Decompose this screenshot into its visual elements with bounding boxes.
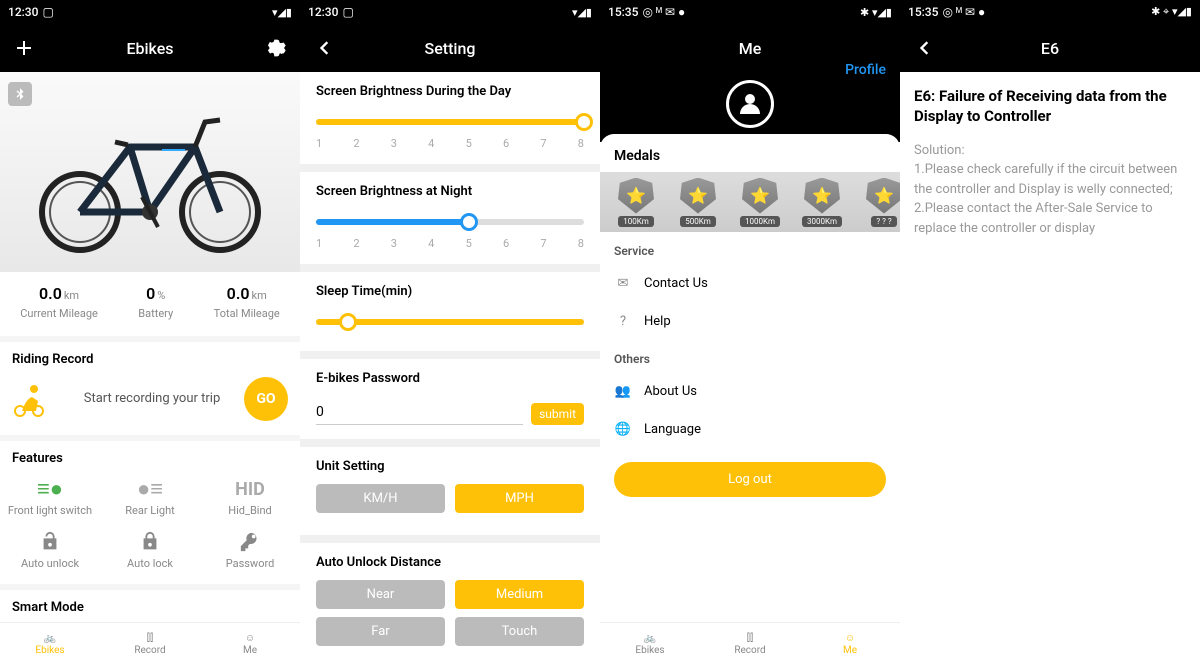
submit-button[interactable]: submit <box>531 403 584 425</box>
unit-kmh[interactable]: KM/H <box>316 484 445 513</box>
page-title: Me <box>739 39 762 58</box>
riding-record-title: Riding Record <box>0 342 300 371</box>
status-bar: 15:35 ◎ ᴹ ✉ ● ✱ ▾◢▮ <box>600 0 900 24</box>
nav-me[interactable]: ☺Me <box>200 623 300 666</box>
auto-lock[interactable]: Auto lock <box>100 523 200 576</box>
ebike-image <box>0 72 300 272</box>
slider-night[interactable] <box>316 213 584 231</box>
profile-link[interactable]: Profile <box>845 62 886 78</box>
password-input[interactable] <box>316 400 523 425</box>
slider-sleep[interactable] <box>316 313 584 331</box>
page-title: Ebikes <box>126 39 173 58</box>
rider-icon <box>12 381 48 417</box>
help[interactable]: ?Help <box>600 302 900 340</box>
hid-bind[interactable]: HIDHid_Bind <box>200 470 300 523</box>
auto-unlock-distance: Auto Unlock Distance Near Medium Far Tou… <box>300 543 600 666</box>
status-bar: 12:30 ▢ ▾◢▮ <box>0 0 300 24</box>
language[interactable]: 🌐Language <box>600 410 900 448</box>
nav-me[interactable]: ☺Me <box>800 623 900 666</box>
unlock-far[interactable]: Far <box>316 617 445 646</box>
unit-mph[interactable]: MPH <box>455 484 584 513</box>
medal-icon: ⭐ <box>680 178 716 214</box>
help-icon: ? <box>614 312 632 330</box>
bike-icon: 🚲 <box>644 633 656 644</box>
medal-icon: ⭐ <box>804 178 840 214</box>
front-light-switch[interactable]: ≡●Front light switch <box>0 470 100 523</box>
mail-icon: ✉ <box>614 274 632 292</box>
medals-row[interactable]: ⭐100Km ⭐500Km ⭐1000Km ⭐3000Km ⭐? ? ? <box>600 172 900 232</box>
contact-us[interactable]: ✉Contact Us <box>600 264 900 302</box>
gear-icon[interactable] <box>264 36 288 60</box>
avatar[interactable] <box>726 80 774 128</box>
smart-mode-title: Smart Mode <box>0 590 300 625</box>
face-icon: ☺ <box>245 633 255 644</box>
bottom-nav: 🚲Ebikes ⫿⫿Record ☺Me <box>0 622 300 666</box>
page-title: Setting <box>425 39 476 58</box>
medal-icon: ⭐ <box>742 178 778 214</box>
lock-icon <box>100 529 200 555</box>
globe-icon: 🌐 <box>614 420 632 438</box>
unlock-icon <box>0 529 100 555</box>
about-us[interactable]: 👥About Us <box>600 372 900 410</box>
brightness-night: Screen Brightness at Night 12345678 <box>300 172 600 264</box>
nav-ebikes[interactable]: 🚲Ebikes <box>600 623 700 666</box>
status-bar: 15:35 ◎ ᴹ ✉ ● ✱ ⌖ ▾◢▮ <box>900 0 1200 24</box>
chart-icon: ⫿⫿ <box>147 633 153 644</box>
unit-setting: Unit Setting KM/H MPH <box>300 447 600 535</box>
slider-day[interactable] <box>316 113 584 131</box>
rear-light[interactable]: ●≡Rear Light <box>100 470 200 523</box>
hid-icon: HID <box>200 476 300 502</box>
password[interactable]: Password <box>200 523 300 576</box>
app-bar: Ebikes <box>0 24 300 72</box>
nav-record[interactable]: ⫿⫿Record <box>100 623 200 666</box>
error-heading: E6: Failure of Receiving data from the D… <box>914 86 1186 127</box>
password-card: E-bikes Password submit <box>300 359 600 439</box>
app-bar: E6 <box>900 24 1200 72</box>
app-bar: Setting <box>300 24 600 72</box>
bluetooth-icon[interactable] <box>8 82 32 106</box>
chart-icon: ⫿⫿ <box>747 633 753 644</box>
face-icon: ☺ <box>845 633 855 644</box>
riding-record: Start recording your trip GO <box>0 371 300 435</box>
back-icon[interactable] <box>312 36 336 60</box>
light-icon: ≡● <box>0 476 100 502</box>
auto-unlock[interactable]: Auto unlock <box>0 523 100 576</box>
add-icon[interactable] <box>12 36 36 60</box>
unlock-near[interactable]: Near <box>316 580 445 609</box>
logout-button[interactable]: Log out <box>614 462 886 497</box>
nav-record[interactable]: ⫿⫿Record <box>700 623 800 666</box>
medal-icon: ⭐ <box>618 178 654 214</box>
bike-icon: 🚲 <box>44 633 56 644</box>
solution-text: Solution: 1.Please check carefully if th… <box>914 141 1186 239</box>
status-bar: 12:30 ▢ ▾◢▮ <box>300 0 600 24</box>
bottom-nav: 🚲Ebikes ⫿⫿Record ☺Me <box>600 622 900 666</box>
medals-title: Medals <box>600 144 900 172</box>
back-icon[interactable] <box>912 36 936 60</box>
unlock-touch[interactable]: Touch <box>455 617 584 646</box>
sleep-time: Sleep Time(min) <box>300 272 600 351</box>
unlock-medium[interactable]: Medium <box>455 580 584 609</box>
medal-icon: ⭐ <box>866 178 900 214</box>
go-button[interactable]: GO <box>244 377 288 421</box>
page-title: E6 <box>1041 39 1059 58</box>
brightness-day: Screen Brightness During the Day 1234567… <box>300 72 600 164</box>
light-icon: ●≡ <box>100 476 200 502</box>
nav-ebikes[interactable]: 🚲Ebikes <box>0 623 100 666</box>
key-icon <box>200 529 300 555</box>
stats-row: 0.0kmCurrent Mileage 0%Battery 0.0kmTota… <box>0 272 300 336</box>
people-icon: 👥 <box>614 382 632 400</box>
